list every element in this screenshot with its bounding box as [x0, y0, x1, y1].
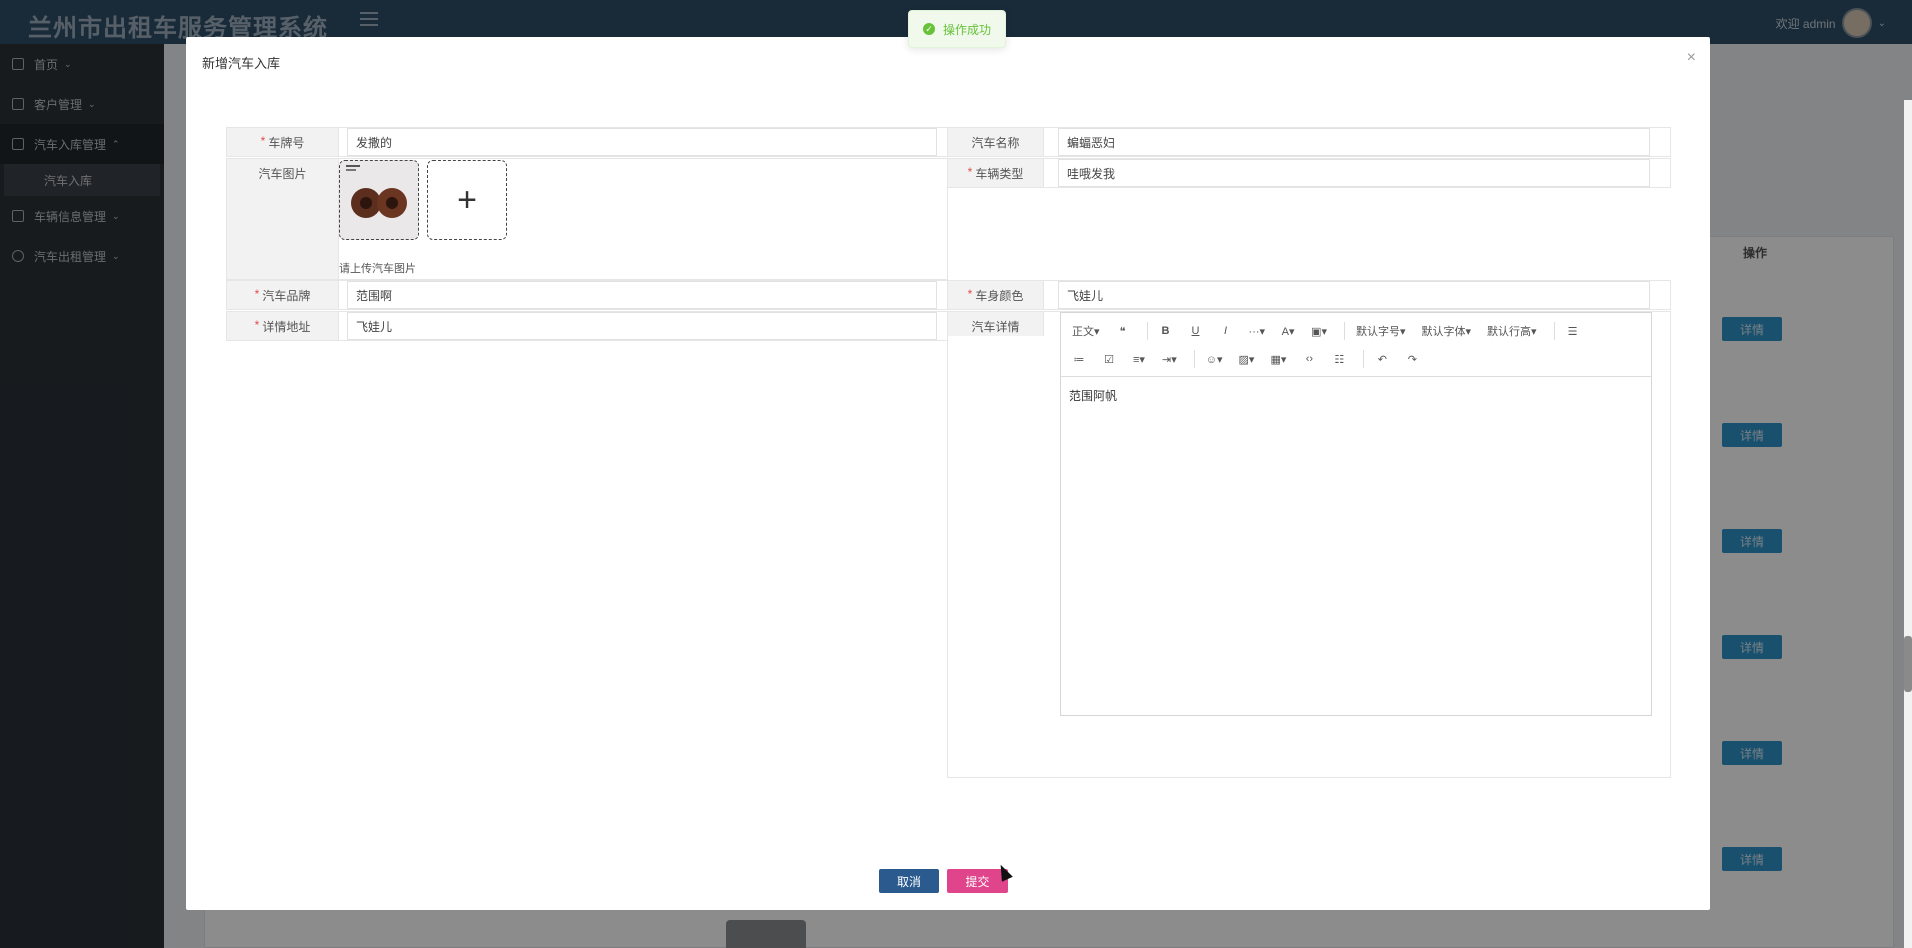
brand-input[interactable]: 范围啊: [347, 281, 937, 309]
scrollbar-thumb[interactable]: [1904, 636, 1912, 692]
quote-icon[interactable]: ❝: [1111, 320, 1135, 342]
plate-input[interactable]: 发撒的: [347, 128, 937, 156]
paragraph-select[interactable]: 正文 ▾: [1067, 320, 1105, 342]
modal-title: 新增汽车入库: [202, 56, 281, 71]
divider-icon[interactable]: ☷: [1327, 348, 1351, 370]
add-car-modal: 新增汽车入库 × * 车牌号 发撒的 汽车名称 蝙蝠恶妇 汽车图片 + 请上传汽车…: [186, 37, 1710, 910]
font-color-icon[interactable]: A▾: [1276, 320, 1300, 342]
editor-toolbar: 正文 ▾ ❝ B U I ···▾ A▾ ▣▾ 默认字号 ▾ 默认字体 ▾ 默认行高 ▾…: [1061, 313, 1651, 377]
form-row-color: * 车身颜色 飞娃儿: [947, 280, 1671, 310]
code-icon[interactable]: ‹›: [1297, 348, 1321, 370]
vehicle-type-label: * 车辆类型: [948, 159, 1044, 187]
indent-icon[interactable]: ⇥▾: [1157, 348, 1182, 370]
toolbar-divider: [1553, 322, 1555, 340]
cancel-button[interactable]: 取消: [879, 869, 939, 893]
car-name-input[interactable]: 蝙蝠恶妇: [1058, 128, 1650, 156]
bullet-list-icon[interactable]: ☰: [1561, 320, 1585, 342]
form-row-brand: * 汽车品牌 范围啊: [226, 280, 948, 310]
brand-label: * 汽车品牌: [227, 281, 339, 309]
toolbar-divider: [1363, 350, 1365, 368]
toolbar-divider: [1343, 322, 1345, 340]
table-icon[interactable]: ▦▾: [1265, 348, 1291, 370]
upload-add-button[interactable]: +: [427, 160, 507, 240]
align-icon[interactable]: ≡▾: [1127, 348, 1151, 370]
redo-icon[interactable]: ↷: [1400, 348, 1424, 370]
success-toast: ✓ 操作成功: [908, 10, 1006, 48]
plus-icon: +: [457, 180, 477, 219]
editor-content[interactable]: 范围阿帆: [1061, 377, 1651, 414]
italic-icon[interactable]: I: [1214, 320, 1238, 342]
address-input[interactable]: 飞娃儿: [347, 312, 937, 340]
address-label: * 详情地址: [227, 312, 339, 340]
form-row-plate: * 车牌号 发撒的: [226, 127, 948, 157]
checklist-icon[interactable]: ☑: [1097, 348, 1121, 370]
more-icon[interactable]: ···▾: [1244, 320, 1271, 342]
underline-icon[interactable]: U: [1184, 320, 1208, 342]
car-parts-image: [340, 161, 418, 239]
bold-icon[interactable]: B: [1154, 320, 1178, 342]
upload-tip: 请上传汽车图片: [339, 263, 416, 275]
vehicle-type-input[interactable]: 哇哦发我: [1058, 159, 1650, 187]
undo-icon[interactable]: ↶: [1370, 348, 1394, 370]
toast-message: 操作成功: [943, 22, 992, 37]
line-height-select[interactable]: 默认行高 ▾: [1482, 320, 1542, 342]
toolbar-divider: [1193, 350, 1195, 368]
form-row-image: 汽车图片: [226, 158, 948, 280]
image-icon[interactable]: ▨▾: [1234, 348, 1260, 370]
numbered-list-icon[interactable]: ≔: [1067, 348, 1091, 370]
car-name-label: 汽车名称: [948, 128, 1044, 156]
scrollbar-track[interactable]: [1904, 100, 1912, 948]
emoji-icon[interactable]: ☺▾: [1201, 348, 1228, 370]
color-label: * 车身颜色: [948, 281, 1044, 309]
rich-text-editor: 正文 ▾ ❝ B U I ···▾ A▾ ▣▾ 默认字号 ▾ 默认字体 ▾ 默认行高 ▾…: [1060, 312, 1652, 716]
plate-label: * 车牌号: [227, 128, 339, 156]
close-icon[interactable]: ×: [1687, 49, 1696, 67]
font-family-select[interactable]: 默认字体 ▾: [1417, 320, 1477, 342]
detail-label: 汽车详情: [948, 312, 1044, 336]
uploaded-image[interactable]: [339, 160, 419, 240]
image-label: 汽车图片: [227, 159, 339, 279]
toolbar-divider: [1146, 322, 1148, 340]
background-color-icon[interactable]: ▣▾: [1306, 320, 1332, 342]
form-row-vehicle-type: * 车辆类型 哇哦发我: [947, 158, 1671, 188]
font-size-select[interactable]: 默认字号 ▾: [1351, 320, 1411, 342]
check-circle-icon: ✓: [923, 23, 935, 35]
form-row-car-name: 汽车名称 蝙蝠恶妇: [947, 127, 1671, 157]
color-input[interactable]: 飞娃儿: [1058, 281, 1650, 309]
form-row-address: * 详情地址 飞娃儿: [226, 311, 948, 341]
